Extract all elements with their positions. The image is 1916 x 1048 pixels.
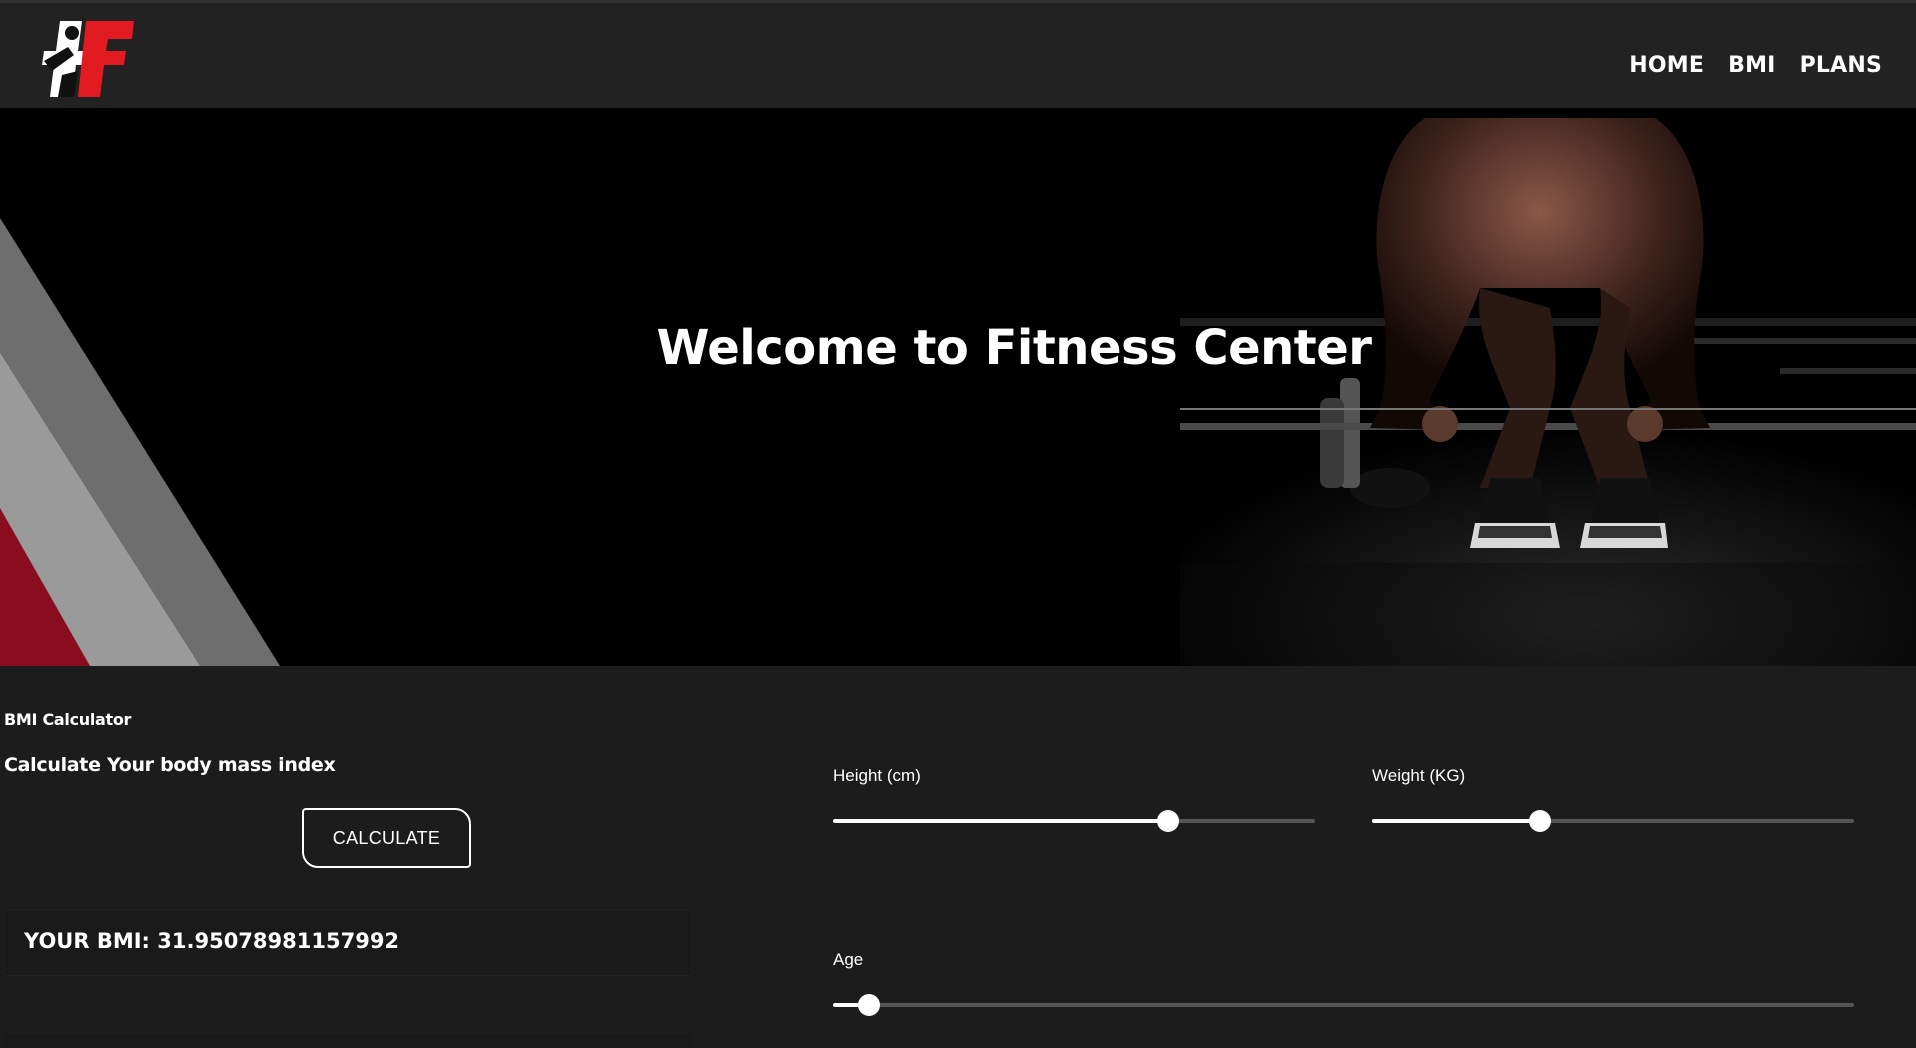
height-slider-label: Height (cm) [833,766,921,785]
weight-slider-fill [1372,819,1540,823]
height-slider-fill [833,819,1168,823]
age-slider-label: Age [833,950,864,969]
main-nav: HOME BMI PLANS [1629,53,1882,78]
hero-banner: Welcome to Fitness Center [0,108,1916,666]
nav-link-plans[interactable]: PLANS [1800,53,1882,78]
weight-slider-track[interactable] [1372,810,1854,832]
hero-title: Welcome to Fitness Center [656,320,1372,376]
age-slider-track[interactable] [833,994,1854,1016]
bmi-result-card: YOUR BMI: 31.95078981157992 [4,910,692,976]
secondary-card [4,1034,692,1048]
nav-link-bmi[interactable]: BMI [1728,53,1775,78]
height-slider-group: Height (cm) [833,766,1315,832]
age-slider-group: Age [833,950,1854,1016]
hero-athlete-image [1180,108,1916,666]
hero-decor-stripes [0,218,280,666]
height-slider-track[interactable] [833,810,1315,832]
brand-logo[interactable] [38,21,134,97]
bmi-subtitle: Calculate Your body mass index [4,754,336,776]
weight-slider-label: Weight (KG) [1372,766,1466,785]
bmi-calculator-section: BMI Calculator Calculate Your body mass … [0,666,1916,1048]
weight-slider-group: Weight (KG) [1372,766,1854,832]
bmi-result-text: YOUR BMI: 31.95078981157992 [24,929,400,953]
calculate-button[interactable]: CALCULATE [302,808,471,868]
weight-slider-thumb[interactable] [1528,810,1551,832]
navbar: HOME BMI PLANS [0,0,1916,108]
age-slider-thumb[interactable] [857,994,880,1016]
bmi-section-label: BMI Calculator [4,710,132,729]
nav-link-home[interactable]: HOME [1629,53,1704,78]
height-slider-thumb[interactable] [1156,810,1179,832]
